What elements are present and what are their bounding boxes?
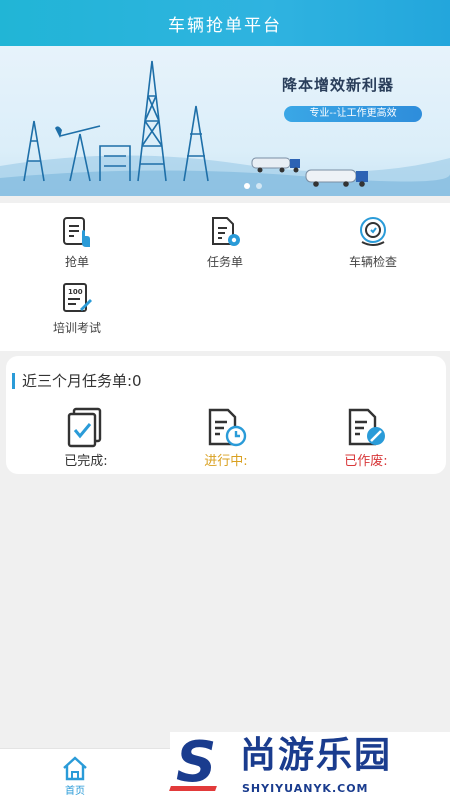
watermark-logo-letter: S [176, 730, 217, 795]
app-title: 车辆抢单平台 [168, 15, 282, 36]
title-bar: 车辆抢单平台 [0, 0, 450, 46]
menu-label-training-exam: 培训考试 [52, 321, 101, 335]
home-icon [63, 756, 87, 781]
carousel-indicator [244, 183, 262, 189]
watermark-logo-bar [169, 786, 217, 791]
stat-in-progress[interactable]: 进行中: [176, 406, 276, 469]
stat-completed[interactable]: 已完成: [36, 406, 136, 469]
stats-header-accent [12, 372, 15, 389]
svg-text:100: 100 [68, 288, 83, 296]
carousel-dot-active [244, 183, 250, 189]
vehicle-inspect-icon [360, 217, 386, 246]
completed-icon [67, 407, 102, 448]
function-menu: 抢单 任务单 车辆检查 100 培训考试 [0, 203, 450, 351]
menu-item-training-exam[interactable]: 100 培训考试 [27, 281, 127, 336]
menu-label-grab-order: 抢单 [64, 255, 89, 269]
tab-home-label: 首页 [65, 786, 85, 797]
stats-header: 近三个月任务单:0 [12, 370, 142, 391]
stat-label-completed: 已完成: [64, 454, 108, 469]
voided-icon [348, 408, 385, 446]
stat-voided[interactable]: 已作废: [316, 406, 416, 469]
menu-label-task-sheet: 任务单 [206, 255, 243, 269]
watermark-url: SHYIYUANYK.COM [242, 782, 369, 795]
menu-item-vehicle-inspect[interactable]: 车辆检查 [323, 215, 423, 270]
in-progress-icon [208, 408, 247, 447]
training-exam-icon: 100 [63, 283, 92, 312]
menu-label-vehicle-inspect: 车辆检查 [348, 255, 397, 269]
site-watermark: S 尚游乐园 SHYIYUANYK.COM [169, 730, 450, 800]
grab-order-icon [63, 217, 90, 247]
menu-item-task-sheet[interactable]: 任务单 [175, 215, 275, 270]
stat-label-voided: 已作废: [344, 454, 388, 469]
menu-item-grab-order[interactable]: 抢单 [27, 215, 127, 270]
banner-tagline: 专业--让工作更高效 [284, 106, 422, 122]
banner-carousel[interactable]: 降本增效新利器 专业--让工作更高效 [0, 46, 450, 196]
tab-home[interactable]: 首页 [50, 755, 100, 797]
stat-label-in-progress: 进行中: [204, 454, 248, 469]
stats-title: 近三个月任务单:0 [22, 372, 142, 390]
task-sheet-icon [212, 217, 240, 246]
task-stats-card: 近三个月任务单:0 已完成: 进行中: 已作废: [6, 356, 446, 474]
carousel-dot [256, 183, 262, 189]
watermark-chinese: 尚游乐园 [240, 735, 393, 776]
banner-slogan: 降本增效新利器 [282, 76, 395, 94]
